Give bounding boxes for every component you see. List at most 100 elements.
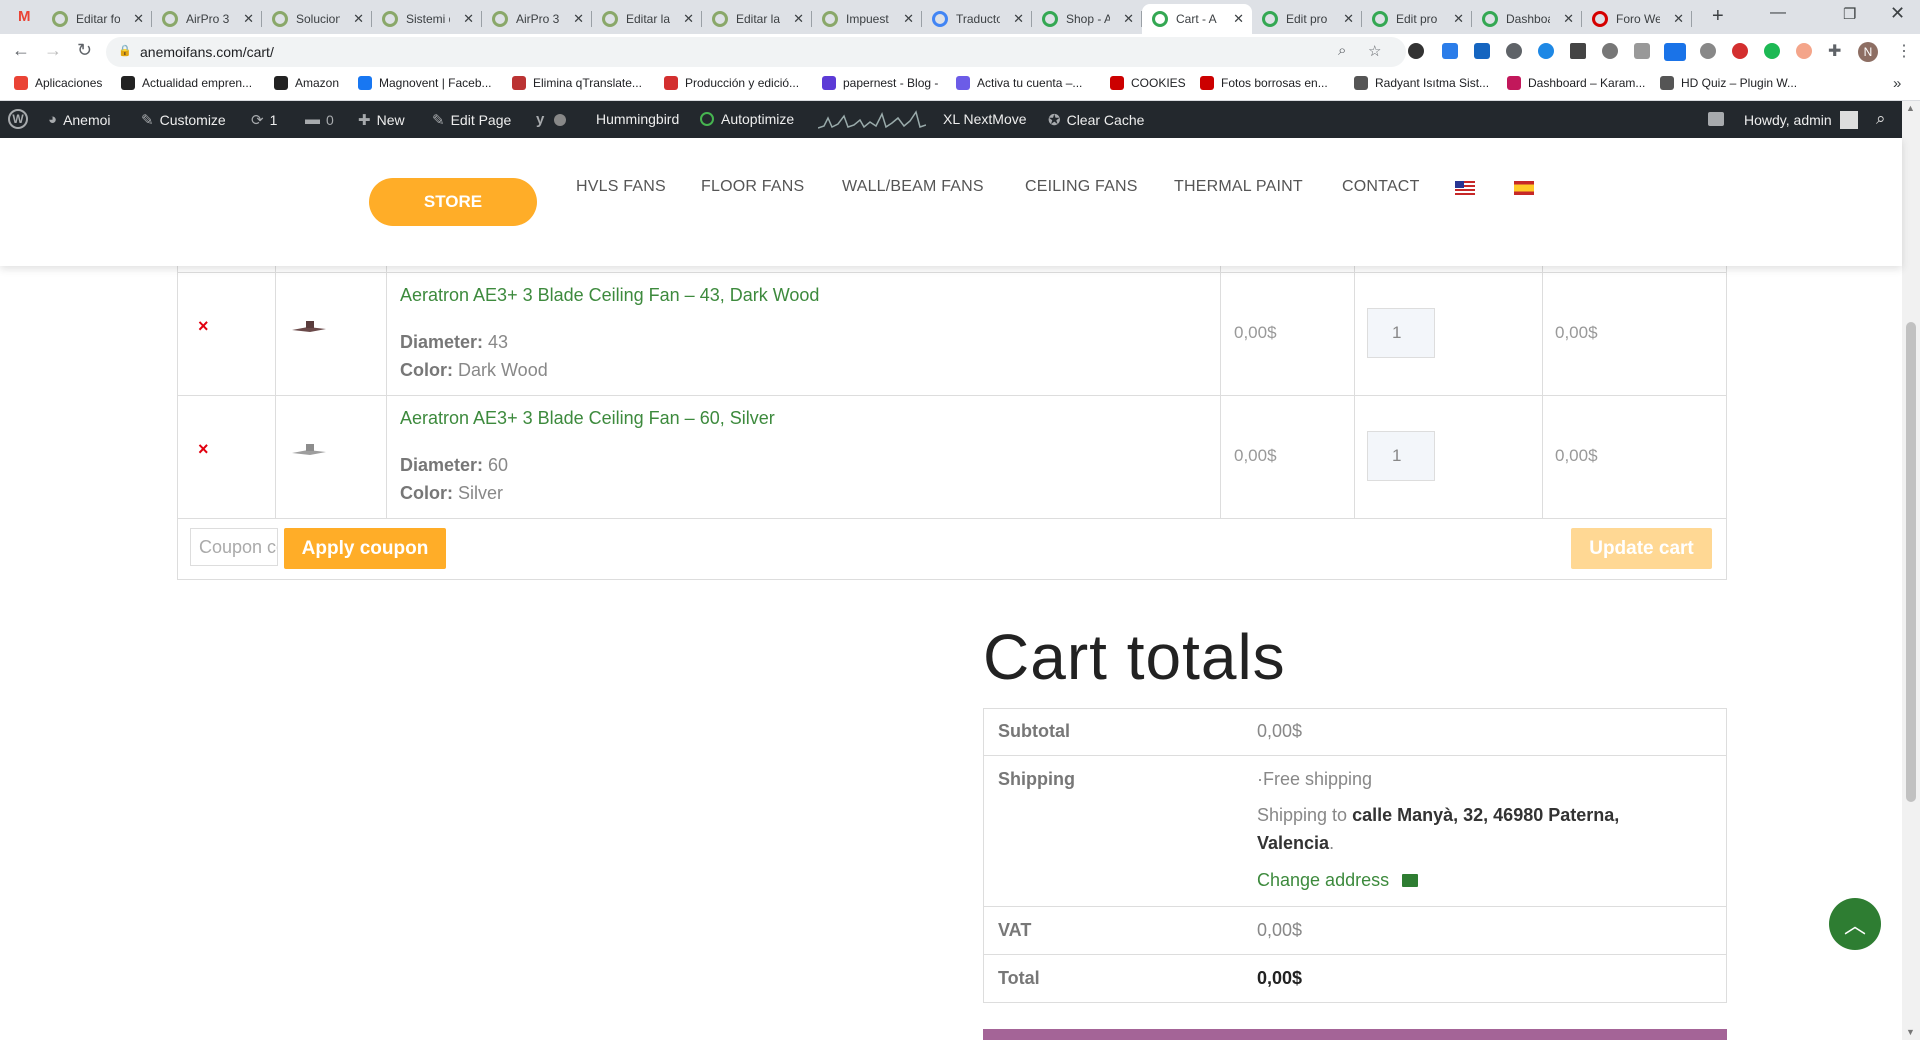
close-tab-icon[interactable]: ✕ (793, 11, 804, 27)
close-tab-icon[interactable]: ✕ (683, 11, 694, 27)
close-tab-icon[interactable]: ✕ (243, 11, 254, 27)
quantity-input[interactable]: 1 (1367, 431, 1435, 481)
browser-tab[interactable]: Edit pro ✕ (1362, 4, 1472, 34)
address-bar[interactable]: 🔒 anemoifans.com/cart/ ⌕ ☆ (106, 37, 1406, 67)
update-cart-button[interactable]: Update cart (1571, 528, 1712, 569)
comments-link[interactable]: ▬ 0 (305, 111, 334, 128)
url-text[interactable]: anemoifans.com/cart/ (140, 44, 274, 60)
bookmark-item[interactable]: Fotos borrosas en... (1200, 76, 1328, 90)
us-flag-icon[interactable] (1455, 181, 1475, 195)
scroll-down-arrow-icon[interactable]: ▼ (1906, 1027, 1915, 1037)
bookmark-item[interactable]: Amazon (274, 76, 339, 90)
browser-tab[interactable]: Dashboa ✕ (1472, 4, 1582, 34)
nav-contact[interactable]: CONTACT (1342, 178, 1420, 196)
nav-hvls-fans[interactable]: HVLS FANS (576, 178, 666, 196)
change-address-link[interactable]: Change address (1257, 870, 1419, 891)
scroll-to-top-button[interactable]: ︿ (1829, 898, 1881, 950)
new-tab-button[interactable]: + (1712, 5, 1724, 28)
menu-icon[interactable]: ⋮ (1896, 41, 1912, 61)
extension-icon[interactable] (1796, 43, 1812, 59)
browser-tab[interactable]: Edit pro ✕ (1252, 4, 1362, 34)
scrollbar-thumb[interactable] (1906, 322, 1916, 802)
close-tab-icon[interactable]: ✕ (1123, 11, 1134, 27)
bookmark-item[interactable]: Actualidad empren... (121, 76, 252, 90)
browser-tab[interactable]: Editar la ✕ (702, 4, 812, 34)
extension-icon[interactable] (1538, 43, 1554, 59)
extension-icon[interactable] (1442, 43, 1458, 59)
autoptimize-link[interactable]: Autoptimize (700, 111, 794, 127)
profile-avatar[interactable]: N (1858, 42, 1878, 62)
updates-link[interactable]: ⟳ 1 (251, 111, 277, 129)
clear-cache-link[interactable]: ✪ Clear Cache (1048, 111, 1144, 129)
quantity-input[interactable]: 1 (1367, 308, 1435, 358)
coupon-code-input[interactable]: Coupon code (190, 528, 278, 566)
customize-link[interactable]: ✎ Customize (141, 111, 226, 129)
bookmark-item[interactable]: Aplicaciones (14, 76, 102, 90)
browser-tab[interactable]: Traducto ✕ (922, 4, 1032, 34)
close-tab-icon[interactable]: ✕ (1233, 11, 1244, 27)
close-tab-icon[interactable]: ✕ (1673, 11, 1684, 27)
xl-nextmove-link[interactable]: XL NextMove (943, 111, 1027, 127)
bookmarks-overflow-button[interactable]: » (1893, 75, 1901, 92)
bookmark-item[interactable]: Activa tu cuenta –... (956, 76, 1082, 90)
close-tab-icon[interactable]: ✕ (1563, 11, 1574, 27)
browser-tab[interactable]: Editar fo ✕ (42, 4, 152, 34)
forward-icon[interactable]: → (44, 40, 62, 61)
remove-item-button[interactable]: × (198, 439, 209, 460)
nav-wall-beam-fans[interactable]: WALL/BEAM FANS (842, 178, 984, 196)
close-tab-icon[interactable]: ✕ (133, 11, 144, 27)
edit-page-link[interactable]: ✎ Edit Page (432, 111, 511, 129)
bookmark-item[interactable]: Elimina qTranslate... (512, 76, 642, 90)
browser-tab[interactable]: Shop - A ✕ (1032, 4, 1142, 34)
howdy-menu[interactable]: Howdy, admin (1744, 111, 1858, 129)
nav-thermal-paint[interactable]: THERMAL PAINT (1174, 178, 1303, 196)
spain-flag-icon[interactable] (1514, 181, 1534, 195)
extension-icon[interactable] (1408, 43, 1424, 59)
close-window-icon[interactable]: ✕ (1890, 3, 1905, 24)
yoast-icon[interactable]: y (536, 111, 567, 128)
star-icon[interactable]: ☆ (1368, 42, 1381, 60)
extension-icon[interactable] (1506, 43, 1522, 59)
browser-tab[interactable]: Impuest ✕ (812, 4, 922, 34)
zoom-icon[interactable]: ⌕ (1338, 42, 1346, 59)
bookmark-item[interactable]: papernest - Blog - (822, 76, 938, 90)
close-tab-icon[interactable]: ✕ (1013, 11, 1024, 27)
extension-icon[interactable] (1602, 43, 1618, 59)
extension-icon[interactable] (1474, 43, 1490, 59)
bookmark-item[interactable]: Magnovent | Faceb... (358, 76, 492, 90)
notifications-icon[interactable] (1708, 112, 1724, 126)
extension-icon[interactable] (1634, 43, 1650, 59)
site-name-menu[interactable]: ◕ Anemoi (48, 111, 111, 128)
close-tab-icon[interactable]: ✕ (1453, 11, 1464, 27)
hummingbird-link[interactable]: Hummingbird (596, 111, 679, 127)
bookmark-item[interactable]: Producción y edició... (664, 76, 799, 90)
browser-tab[interactable]: Sistemi d ✕ (372, 4, 482, 34)
browser-tab[interactable]: Editar la ✕ (592, 4, 702, 34)
product-thumbnail[interactable] (288, 316, 330, 338)
gmail-icon[interactable]: M (18, 8, 31, 25)
browser-tab[interactable]: Foro We ✕ (1582, 4, 1692, 34)
product-name-link[interactable]: Aeratron AE3+ 3 Blade Ceiling Fan – 60, … (400, 408, 775, 429)
extension-icon[interactable] (1732, 43, 1748, 59)
search-icon[interactable]: ⌕ (1876, 109, 1886, 129)
browser-tab[interactable]: AirPro 3 ✕ (482, 4, 592, 34)
browser-tab[interactable]: Solucion ✕ (262, 4, 372, 34)
close-tab-icon[interactable]: ✕ (353, 11, 364, 27)
back-icon[interactable]: ← (12, 40, 30, 61)
minimize-icon[interactable]: — (1770, 4, 1786, 22)
product-name-link[interactable]: Aeratron AE3+ 3 Blade Ceiling Fan – 43, … (400, 285, 819, 306)
close-tab-icon[interactable]: ✕ (463, 11, 474, 27)
lock-icon[interactable]: 🔒 (118, 44, 132, 57)
bookmark-item[interactable]: Radyant Isıtma Sist... (1354, 76, 1489, 90)
extension-icon[interactable] (1570, 43, 1586, 59)
browser-tab[interactable]: Cart - A ✕ (1142, 4, 1252, 34)
apply-coupon-button[interactable]: Apply coupon (284, 528, 446, 569)
extension-icon[interactable] (1664, 43, 1686, 61)
browser-tab[interactable]: AirPro 3 ✕ (152, 4, 262, 34)
product-thumbnail[interactable] (288, 439, 330, 461)
new-content-menu[interactable]: ✚ New (358, 111, 405, 129)
nav-ceiling-fans[interactable]: CEILING FANS (1025, 178, 1138, 196)
store-button[interactable]: STORE (369, 178, 537, 226)
extension-icon[interactable] (1700, 43, 1716, 59)
scroll-up-arrow-icon[interactable]: ▲ (1906, 103, 1915, 113)
